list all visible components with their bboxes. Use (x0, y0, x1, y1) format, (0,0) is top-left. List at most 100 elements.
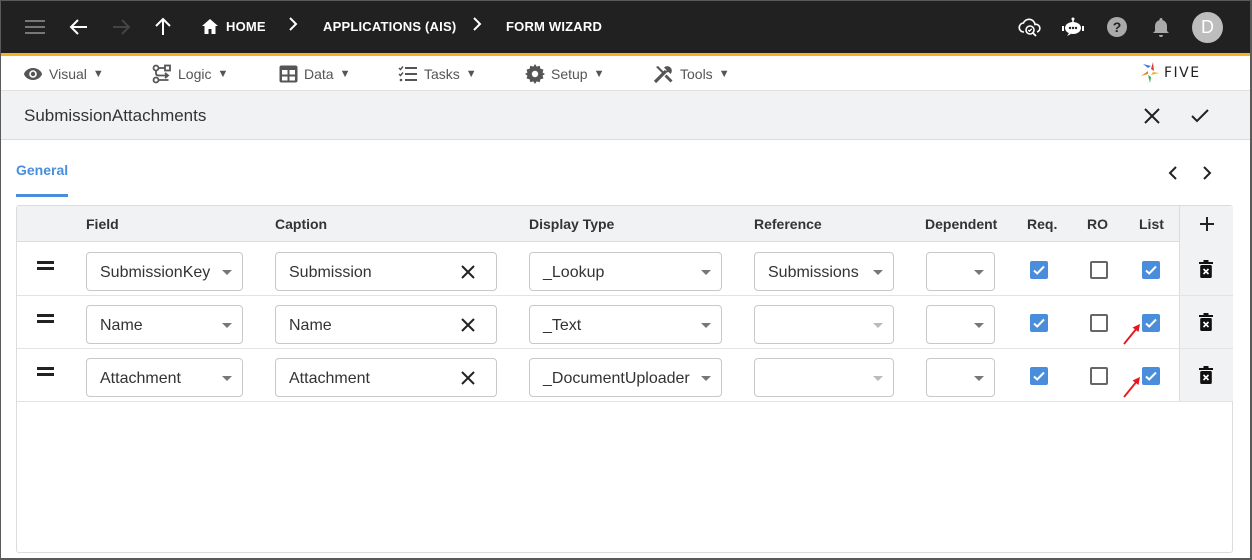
drag-handle-icon[interactable] (37, 261, 55, 271)
menu-tasks[interactable]: Tasks ▼ (398, 64, 477, 84)
fields-table: Field Caption Display Type Reference Dep… (16, 205, 1233, 553)
caption-input-value: Attachment (289, 370, 370, 387)
save-button[interactable] (1188, 104, 1212, 128)
field-select[interactable]: Attachment (86, 358, 243, 397)
caret-down-icon: ▼ (465, 68, 477, 80)
table-row: SubmissionKey Submission _Lookup Submiss… (17, 243, 1179, 296)
dropdown-arrow-icon (222, 270, 232, 275)
bell-icon[interactable] (1149, 15, 1173, 39)
tab-general[interactable]: General (16, 162, 68, 178)
reference-select[interactable] (754, 305, 894, 344)
delete-row-button[interactable] (1179, 349, 1233, 402)
table-row: Name Name _Text (17, 296, 1179, 349)
close-icon (1144, 108, 1160, 124)
dropdown-arrow-icon (222, 323, 232, 328)
display-type-value: _DocumentUploader (543, 370, 690, 387)
tools-icon (653, 65, 673, 83)
caret-down-icon: ▼ (339, 68, 351, 80)
caption-input-value: Name (289, 317, 332, 334)
delete-row-button[interactable] (1179, 243, 1233, 296)
display-type-select[interactable]: _Lookup (529, 252, 722, 291)
help-icon[interactable]: ? (1105, 15, 1129, 39)
dependent-select[interactable] (926, 252, 995, 291)
menu-data[interactable]: Data ▼ (279, 64, 350, 84)
dropdown-arrow-icon (974, 323, 984, 328)
caption-input[interactable]: Name (275, 305, 497, 344)
annotation-arrow-icon (1122, 322, 1146, 346)
cloud-search-icon[interactable] (1018, 15, 1042, 39)
forward-icon[interactable] (109, 15, 133, 39)
chatbot-icon[interactable] (1061, 15, 1085, 39)
req-checkbox[interactable] (1030, 367, 1048, 385)
caret-down-icon: ▼ (217, 68, 229, 80)
add-row-button[interactable] (1199, 216, 1215, 237)
dropdown-arrow-icon (974, 270, 984, 275)
menu-logic[interactable]: Logic ▼ (152, 64, 228, 84)
reference-select[interactable] (754, 358, 894, 397)
next-page-button[interactable] (1197, 163, 1217, 183)
field-select[interactable]: SubmissionKey (86, 252, 243, 291)
clear-icon[interactable] (460, 264, 476, 280)
home-icon[interactable] (198, 15, 222, 39)
field-select[interactable]: Name (86, 305, 243, 344)
svg-text:?: ? (1113, 19, 1122, 35)
header-field: Field (86, 216, 119, 232)
breadcrumb-applications[interactable]: APPLICATIONS (AIS) (323, 19, 456, 34)
table-header: Field Caption Display Type Reference Dep… (17, 206, 1232, 242)
clear-icon[interactable] (460, 370, 476, 386)
back-icon[interactable] (67, 15, 91, 39)
tasks-icon (398, 66, 417, 82)
field-select-value: SubmissionKey (100, 264, 211, 281)
previous-page-button[interactable] (1163, 163, 1183, 183)
display-type-value: _Text (543, 317, 582, 334)
dropdown-arrow-icon (873, 323, 883, 328)
user-avatar[interactable]: D (1192, 12, 1223, 43)
header-dependent: Dependent (925, 216, 998, 232)
header-reference: Reference (754, 216, 822, 232)
drag-handle-icon[interactable] (37, 367, 55, 377)
req-checkbox[interactable] (1030, 314, 1048, 332)
dropdown-arrow-icon (701, 270, 711, 275)
delete-row-button[interactable] (1179, 296, 1233, 349)
menu-icon[interactable] (23, 15, 47, 39)
display-type-select[interactable]: _Text (529, 305, 722, 344)
menu-bar: Visual ▼ Logic ▼ Data ▼ Tasks ▼ Setup ▼ … (1, 56, 1250, 91)
ro-checkbox[interactable] (1090, 314, 1108, 332)
annotation-arrow-icon (1122, 375, 1146, 399)
five-logo: FIVE (1139, 59, 1231, 87)
table-row: Attachment Attachment _DocumentUploader (17, 349, 1179, 402)
table-icon (279, 65, 298, 83)
breadcrumb-home[interactable]: HOME (226, 19, 266, 34)
menu-setup[interactable]: Setup ▼ (525, 64, 604, 84)
chevron-left-icon (1168, 166, 1177, 180)
menu-visual[interactable]: Visual ▼ (23, 64, 104, 84)
req-checkbox[interactable] (1030, 261, 1048, 279)
caret-down-icon: ▼ (92, 68, 104, 80)
dropdown-arrow-icon (974, 376, 984, 381)
dropdown-arrow-icon (222, 376, 232, 381)
header-display-type: Display Type (529, 216, 615, 232)
field-select-value: Attachment (100, 370, 181, 387)
drag-handle-icon[interactable] (37, 314, 55, 324)
up-icon[interactable] (151, 15, 175, 39)
ro-checkbox[interactable] (1090, 261, 1108, 279)
header-caption: Caption (275, 216, 328, 232)
reference-value: Submissions (768, 264, 859, 281)
cancel-button[interactable] (1140, 104, 1164, 128)
dependent-select[interactable] (926, 305, 995, 344)
clear-icon[interactable] (460, 317, 476, 333)
reference-select[interactable]: Submissions (754, 252, 894, 291)
eye-icon (24, 68, 42, 80)
ro-checkbox[interactable] (1090, 367, 1108, 385)
caption-input[interactable]: Attachment (275, 358, 497, 397)
trash-icon (1199, 260, 1213, 278)
display-type-select[interactable]: _DocumentUploader (529, 358, 722, 397)
breadcrumb-form-wizard[interactable]: FORM WIZARD (506, 19, 602, 34)
caret-down-icon: ▼ (718, 68, 730, 80)
caption-input[interactable]: Submission (275, 252, 497, 291)
dropdown-arrow-icon (873, 270, 883, 275)
dependent-select[interactable] (926, 358, 995, 397)
app-window: HOME APPLICATIONS (AIS) FORM WIZARD ? D … (1, 1, 1250, 558)
list-checkbox[interactable] (1142, 261, 1160, 279)
menu-tools[interactable]: Tools ▼ (653, 64, 730, 84)
